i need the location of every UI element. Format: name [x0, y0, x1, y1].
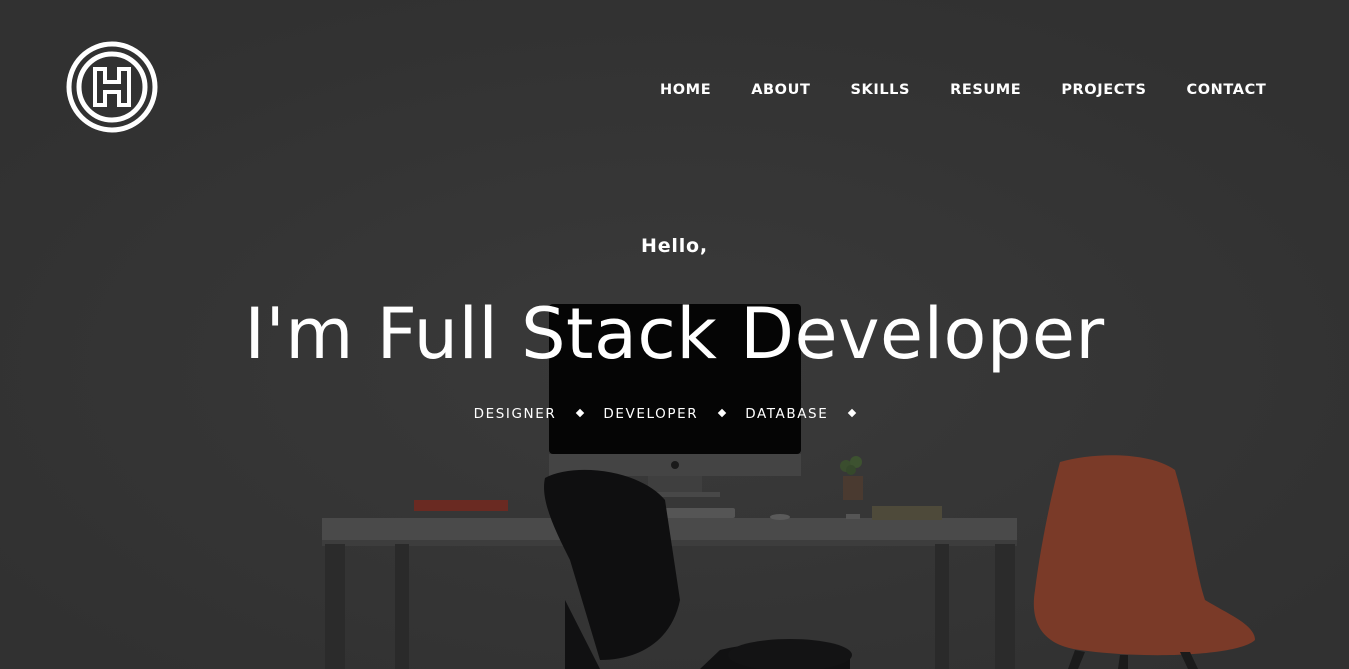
diamond-icon [848, 408, 857, 418]
hero-greeting: Hello, [641, 235, 708, 257]
role-database: DATABASE [745, 406, 829, 422]
nav-contact[interactable]: CONTACT [1167, 80, 1287, 102]
diamond-icon [576, 408, 585, 418]
nav-about[interactable]: ABOUT [731, 80, 830, 102]
nav-home[interactable]: HOME [640, 80, 731, 102]
brand-logo[interactable] [66, 41, 158, 133]
hero-section: HOME ABOUT SKILLS RESUME PROJECTS CONTAC… [0, 0, 1349, 669]
nav-projects[interactable]: PROJECTS [1041, 80, 1166, 102]
role-developer: DEVELOPER [603, 406, 699, 422]
h-circle-logo-icon [66, 41, 158, 133]
nav-resume[interactable]: RESUME [930, 80, 1041, 102]
diamond-icon [717, 408, 727, 418]
role-designer: DESIGNER [473, 406, 557, 422]
roles-list: DESIGNER DEVELOPER DATABASE [0, 406, 1349, 422]
main-nav: HOME ABOUT SKILLS RESUME PROJECTS CONTAC… [640, 80, 1286, 102]
hero-headline: I'm Full Stack Developer [244, 293, 1105, 375]
nav-skills[interactable]: SKILLS [830, 80, 930, 102]
